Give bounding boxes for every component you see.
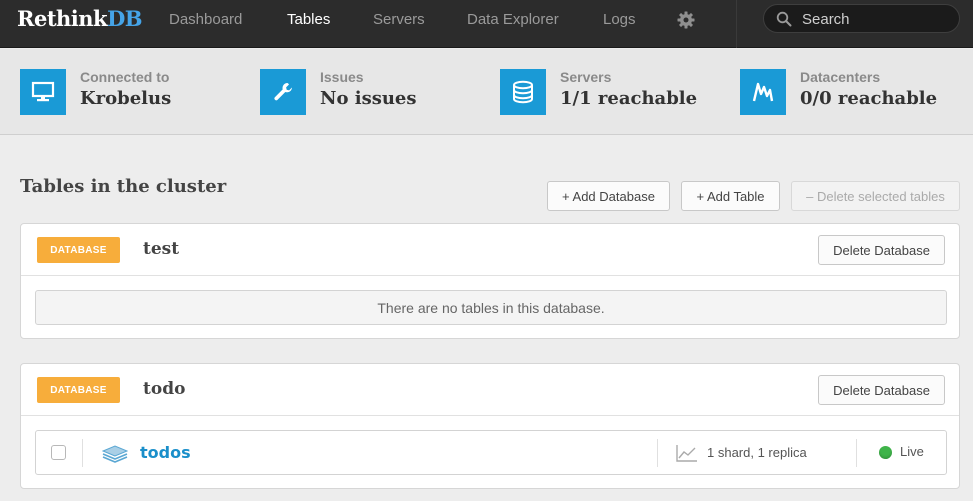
nav-tables[interactable]: Tables (287, 11, 330, 28)
database-icon (500, 69, 546, 115)
delete-database-button[interactable]: Delete Database (818, 375, 945, 405)
stat-issues-label: Issues (320, 69, 364, 85)
database-panel-todo: DATABASE todo Delete Database todos 1 sh… (20, 363, 960, 489)
logo-text-db: DB (107, 6, 143, 31)
table-select-checkbox[interactable] (51, 445, 66, 460)
row-divider (657, 439, 658, 467)
database-panel-test: DATABASE test Delete Database There are … (20, 223, 960, 339)
stat-servers-value: 1/1 reachable (560, 88, 698, 109)
add-database-button[interactable]: + Add Database (547, 181, 670, 211)
stat-datacenters-label: Datacenters (800, 69, 881, 85)
cluster-stats-bar: Connected to Krobelus Issues No issues S… (0, 49, 973, 135)
status-live-icon (879, 446, 892, 459)
empty-tables-message: There are no tables in this database. (35, 290, 947, 325)
add-table-button[interactable]: + Add Table (681, 181, 780, 211)
monitor-icon (20, 69, 66, 115)
database-badge: DATABASE (37, 237, 120, 263)
wrench-icon (260, 69, 306, 115)
stat-issues-value: No issues (320, 88, 417, 109)
shard-replica-info: 1 shard, 1 replica (707, 445, 807, 460)
table-status: Live (900, 444, 924, 459)
row-divider (82, 439, 83, 467)
navbar-divider (736, 0, 737, 48)
search-box[interactable] (763, 4, 960, 33)
stat-datacenters-value: 0/0 reachable (800, 88, 938, 109)
stat-connected-value: Krobelus (80, 88, 172, 109)
database-name[interactable]: test (143, 239, 179, 259)
search-icon (776, 11, 792, 27)
database-badge: DATABASE (37, 377, 120, 403)
database-name[interactable]: todo (143, 379, 185, 399)
delete-selected-tables-button[interactable]: – Delete selected tables (791, 181, 960, 211)
page-title: Tables in the cluster (20, 176, 227, 197)
database-header: DATABASE test Delete Database (21, 224, 959, 276)
nav-servers[interactable]: Servers (373, 11, 425, 28)
table-name-link[interactable]: todos (140, 443, 191, 462)
gear-icon[interactable] (676, 10, 696, 30)
row-divider (856, 439, 857, 467)
table-row: todos 1 shard, 1 replica Live (35, 430, 947, 475)
nav-logs[interactable]: Logs (603, 11, 636, 28)
top-navbar: RethinkDB Dashboard Tables Servers Data … (0, 0, 973, 48)
table-layers-icon (101, 442, 129, 464)
delete-database-button[interactable]: Delete Database (818, 235, 945, 265)
datacenter-icon (740, 69, 786, 115)
stat-connected-label: Connected to (80, 69, 170, 85)
search-input[interactable] (802, 9, 952, 29)
logo-text-rethink: Rethink (17, 6, 108, 31)
database-header: DATABASE todo Delete Database (21, 364, 959, 416)
line-chart-icon (676, 444, 698, 462)
nav-data-explorer[interactable]: Data Explorer (467, 11, 559, 28)
nav-dashboard[interactable]: Dashboard (169, 11, 242, 28)
stat-servers-label: Servers (560, 69, 612, 85)
rethinkdb-logo[interactable]: RethinkDB (17, 6, 143, 31)
